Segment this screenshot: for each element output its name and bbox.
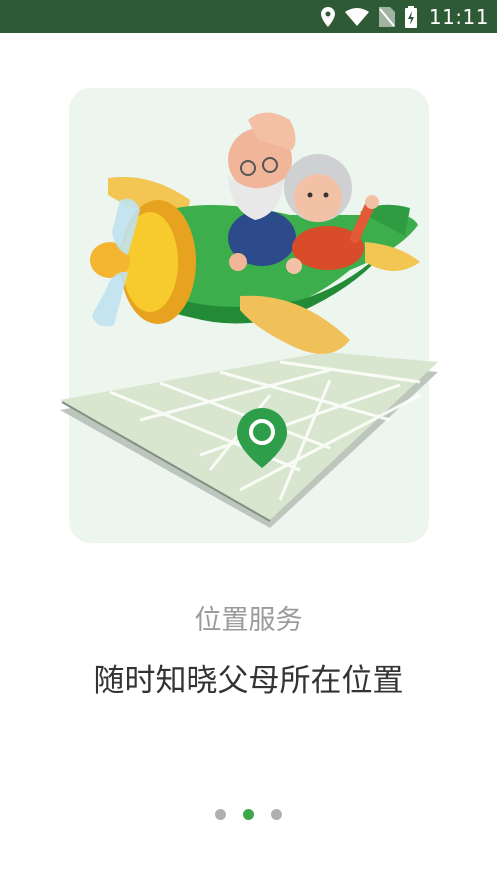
map-illustration [60, 352, 438, 528]
onboarding-illustration [60, 112, 438, 528]
onboarding-subtitle: 位置服务 [194, 605, 303, 636]
onboarding-headline: 随时知晓父母所在位置 [93, 663, 404, 699]
page-dot-3[interactable] [271, 809, 282, 820]
page-indicator[interactable] [0, 809, 497, 820]
airplane-illustration [90, 112, 420, 354]
page-dot-1[interactable] [215, 809, 226, 820]
page-dot-2-active[interactable] [243, 809, 254, 820]
